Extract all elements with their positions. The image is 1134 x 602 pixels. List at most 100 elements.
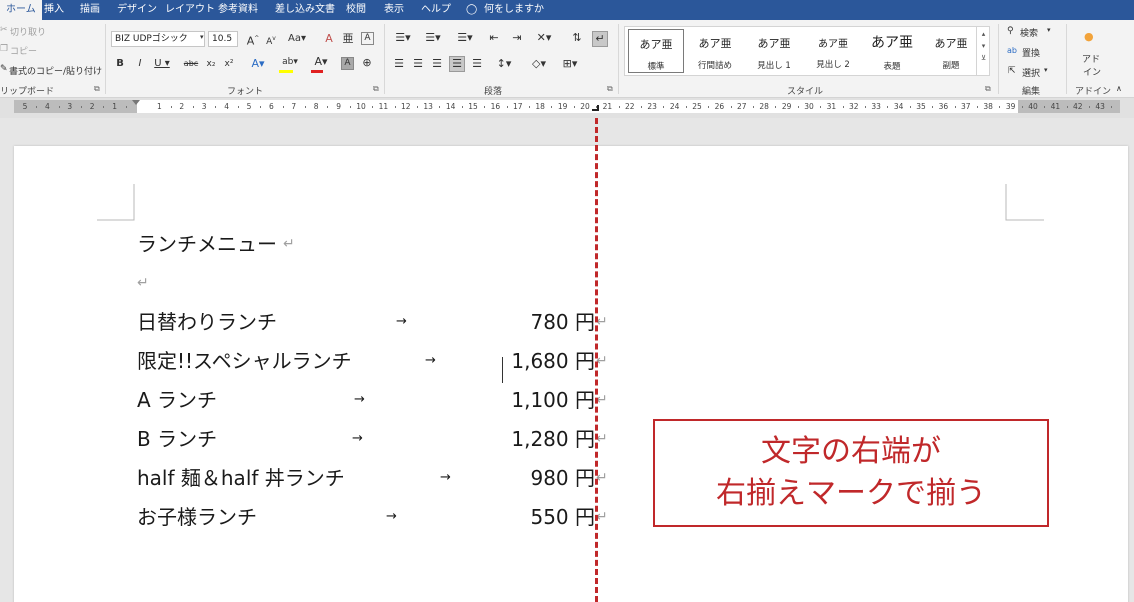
strikethrough-icon[interactable]: abc xyxy=(181,57,201,71)
font-color-icon[interactable]: A▾ xyxy=(310,55,332,69)
enclosed-character-icon[interactable]: A xyxy=(361,32,374,45)
align-center-icon[interactable]: ☰ xyxy=(411,57,425,71)
shrink-font-icon[interactable]: Av xyxy=(264,32,278,49)
bold-icon[interactable]: B xyxy=(114,57,126,71)
ruler-number: 17 xyxy=(513,102,523,111)
horizontal-ruler[interactable]: 5 4 3 2 1 1 2 3 4 5 6 7 8 9 10 11 12 13 14 15 16 17 18 19 20 21 22… xyxy=(0,98,1134,118)
italic-icon[interactable]: I xyxy=(134,57,146,71)
tab-mailings[interactable]: 差し込み文書 xyxy=(275,0,335,20)
tab-design[interactable]: デザイン xyxy=(117,0,157,20)
tab-help[interactable]: ヘルプ xyxy=(421,0,451,20)
line-spacing-icon[interactable]: ↕▾ xyxy=(493,57,515,71)
chevron-down-icon[interactable]: ▾ xyxy=(1047,26,1051,34)
style-heading-2[interactable]: あア亜 見出し 2 xyxy=(805,29,861,73)
sort-icon[interactable]: ⇅ xyxy=(570,31,584,45)
styles-gallery-scroll[interactable]: ▴ ▾ ⊻ xyxy=(976,26,990,76)
addins-button-line1[interactable]: アド xyxy=(1082,52,1100,65)
addins-button-line2[interactable]: イン xyxy=(1083,65,1101,78)
collapse-ribbon-icon[interactable]: ∧ xyxy=(1116,84,1122,93)
show-formatting-marks-icon[interactable]: ↵ xyxy=(592,31,608,47)
menu-item-price[interactable]: 1,100 円 xyxy=(455,387,595,413)
shading-icon[interactable]: ◇▾ xyxy=(528,57,550,71)
numbering-icon[interactable]: ☰▾ xyxy=(422,31,444,45)
styles-launcher-icon[interactable]: ⧉ xyxy=(985,84,991,94)
align-left-icon[interactable]: ☰ xyxy=(392,57,406,71)
decrease-indent-icon[interactable]: ⇤ xyxy=(487,31,501,45)
scissors-icon: ✂ xyxy=(0,25,8,35)
character-shading-icon[interactable]: A xyxy=(341,57,354,70)
menu-item-name[interactable]: half 麺＆half 丼ランチ xyxy=(137,465,345,491)
tab-review[interactable]: 校閲 xyxy=(346,0,366,20)
text-effects-icon[interactable]: A▾ xyxy=(247,57,269,71)
align-right-icon[interactable]: ☰ xyxy=(430,57,444,71)
lightbulb-icon[interactable]: ◯ xyxy=(466,0,477,20)
ruler-number: 29 xyxy=(781,102,792,111)
menu-item-name[interactable]: A ランチ xyxy=(137,387,217,413)
style-name: 表題 xyxy=(883,62,901,72)
document-title[interactable]: ランチメニュー xyxy=(137,231,277,257)
ruler-number: 5 xyxy=(246,102,252,111)
tab-home[interactable]: ホーム xyxy=(0,0,42,20)
style-subtitle[interactable]: あア亜 副題 xyxy=(923,29,979,73)
menu-item-price[interactable]: 980 円 xyxy=(455,465,595,491)
scroll-up-icon[interactable]: ▴ xyxy=(977,30,990,38)
style-title[interactable]: あア亜 表題 xyxy=(864,29,920,73)
more-styles-icon[interactable]: ⊻ xyxy=(977,54,990,62)
subscript-icon[interactable]: x₂ xyxy=(205,57,217,71)
copy-button[interactable]: コピー xyxy=(10,44,37,57)
highlight-icon[interactable]: ab▾ xyxy=(278,55,302,69)
replace-button[interactable]: 置換 xyxy=(1022,46,1040,59)
tab-arrow: → xyxy=(425,353,436,368)
tab-layout[interactable]: レイアウト xyxy=(165,0,215,20)
tab-references[interactable]: 参考資料 xyxy=(218,0,258,20)
superscript-icon[interactable]: x² xyxy=(223,57,235,71)
increase-indent-icon[interactable]: ⇥ xyxy=(510,31,524,45)
menu-item-name[interactable]: 限定!!スペシャルランチ xyxy=(137,348,352,374)
menu-item-name[interactable]: B ランチ xyxy=(137,426,217,452)
font-name-box[interactable]: BIZ UDPゴシック xyxy=(111,31,205,47)
scroll-down-icon[interactable]: ▾ xyxy=(977,42,990,50)
clear-formatting-icon[interactable]: A xyxy=(322,32,336,46)
borders-icon[interactable]: ⊞▾ xyxy=(559,57,581,71)
clipboard-launcher-icon[interactable]: ⧉ xyxy=(94,84,100,94)
distributed-icon[interactable]: ☰ xyxy=(470,57,484,71)
multilevel-list-icon[interactable]: ☰▾ xyxy=(454,31,476,45)
menu-item-price[interactable]: 1,280 円 xyxy=(455,426,595,452)
right-tab-stop-marker[interactable] xyxy=(592,105,599,111)
find-button[interactable]: 検索 xyxy=(1020,26,1038,39)
left-indent-marker[interactable] xyxy=(132,100,140,106)
bullets-icon[interactable]: ☰▾ xyxy=(392,31,414,45)
change-case-icon[interactable]: Aa▾ xyxy=(286,32,308,46)
enclose-characters-icon[interactable]: ⊕ xyxy=(360,56,374,70)
chevron-down-icon[interactable]: ▾ xyxy=(200,33,204,41)
phonetic-guide-icon[interactable]: 亜 xyxy=(341,32,355,46)
tab-insert[interactable]: 挿入 xyxy=(44,0,64,20)
cut-button[interactable]: 切り取り xyxy=(10,25,46,38)
tab-arrow: → xyxy=(396,314,407,329)
menu-item-name[interactable]: お子様ランチ xyxy=(137,504,257,530)
font-size-box[interactable]: 10.5 xyxy=(208,31,238,47)
style-heading-1[interactable]: あア亜 見出し 1 xyxy=(746,29,802,73)
tab-view[interactable]: 表示 xyxy=(384,0,404,20)
asian-layout-icon[interactable]: ✕▾ xyxy=(533,31,555,45)
chevron-down-icon[interactable]: ▾ xyxy=(1044,66,1048,74)
ruler-number: 32 xyxy=(849,102,859,111)
menu-item-price[interactable]: 1,680 円 xyxy=(455,348,595,374)
select-button[interactable]: 選択 xyxy=(1022,66,1040,79)
justify-icon[interactable]: ☰ xyxy=(449,56,465,72)
document-page[interactable] xyxy=(14,146,1128,602)
style-normal[interactable]: あア亜 標準 xyxy=(628,29,684,73)
menu-item-price[interactable]: 550 円 xyxy=(455,504,595,530)
ruler-number: 42 xyxy=(1073,102,1083,111)
style-no-spacing[interactable]: あア亜 行間詰め xyxy=(687,29,743,73)
ruler-number: 2 xyxy=(179,102,185,111)
font-launcher-icon[interactable]: ⧉ xyxy=(373,84,379,94)
menu-item-price[interactable]: 780 円 xyxy=(455,309,595,335)
format-painter-button[interactable]: 書式のコピー/貼り付け xyxy=(9,64,102,77)
grow-font-icon[interactable]: A^ xyxy=(246,32,260,49)
underline-icon[interactable]: U ▾ xyxy=(152,57,172,71)
tell-me-box[interactable]: 何をしますか xyxy=(484,0,544,20)
paragraph-launcher-icon[interactable]: ⧉ xyxy=(607,84,613,94)
menu-item-name[interactable]: 日替わりランチ xyxy=(137,309,277,335)
tab-draw[interactable]: 描画 xyxy=(80,0,100,20)
